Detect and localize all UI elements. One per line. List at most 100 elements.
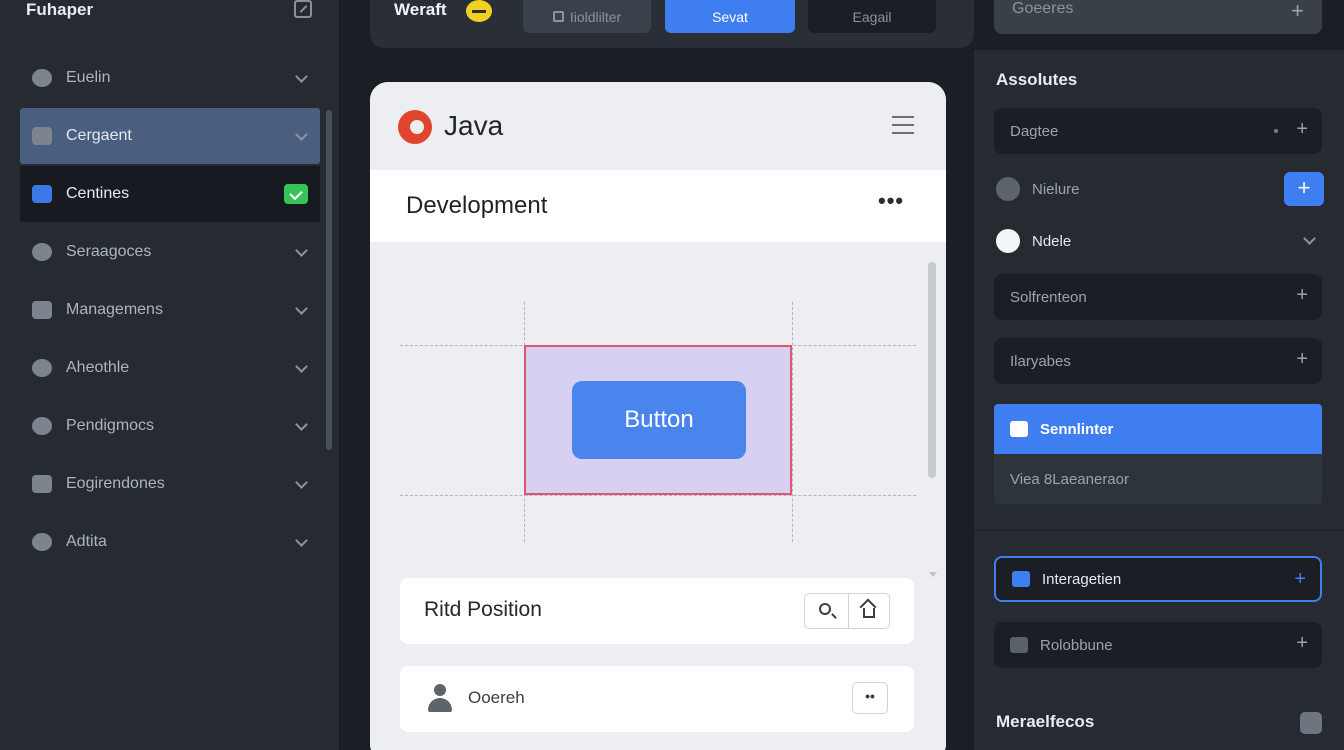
property-row-llaryabes[interactable]: Ilaryabes + [994, 338, 1322, 384]
canvas-button-label: Button [624, 406, 694, 433]
user-name: Ooereh [468, 688, 525, 707]
toggle-off-icon[interactable] [996, 177, 1020, 201]
position-card: Ritd Position [400, 578, 914, 644]
sidebar-item-aheothle[interactable]: Aheothle [20, 340, 320, 396]
sidebar-scrollbar[interactable] [326, 110, 332, 450]
section-header: Development ••• [370, 170, 946, 242]
chevron-down-icon[interactable] [295, 302, 308, 315]
sidebar-title: Fuhaper [26, 0, 94, 19]
property-row-ndele[interactable]: Ndele [996, 224, 1324, 258]
plus-icon[interactable]: + [1296, 632, 1308, 655]
chevron-down-icon[interactable] [295, 418, 308, 431]
sidebar-item-seraagoces[interactable]: Seraagoces [20, 224, 320, 280]
scroll-down-icon[interactable] [929, 572, 937, 577]
save-button[interactable]: Sevat [665, 0, 795, 33]
property-row-viea[interactable]: Viea 8Laeaneraor [994, 454, 1322, 504]
user-avatar-icon [426, 684, 454, 712]
java-logo-icon [398, 110, 432, 144]
canvas-scrollbar[interactable] [928, 262, 936, 478]
top-right-search[interactable]: Goeeres + [994, 0, 1322, 34]
plus-icon[interactable]: + [1291, 0, 1304, 24]
top-right-search-label: Goeeres [1012, 0, 1074, 17]
toolbar-button-1-label: Iioldlilter [569, 8, 622, 25]
sidebar-item-cergaent[interactable]: Cergaent [20, 108, 320, 164]
position-title: Ritd Position [424, 598, 542, 621]
property-label: Interagetien [1042, 570, 1122, 588]
right-panel: Assolutes Dagtee + Nielure + Ndele Solfr… [974, 50, 1344, 750]
key-icon[interactable] [466, 0, 492, 22]
add-button[interactable]: + [1284, 172, 1324, 206]
property-row-sennlinter[interactable]: Sennlinter [994, 404, 1322, 454]
component-icon [32, 185, 52, 203]
checkbox-checked-icon[interactable] [284, 184, 308, 204]
save-button-label: Sevat [712, 8, 748, 25]
hamburger-menu-icon[interactable] [892, 116, 914, 134]
canvas-button[interactable]: Button [572, 381, 746, 459]
sidebar-item-label: Aheothle [66, 359, 130, 376]
sidebar-item-label: Managemens [66, 301, 163, 318]
more-options-icon[interactable]: ••• [878, 188, 904, 214]
avatar-head [434, 684, 446, 696]
sidebar-item-eogirendones[interactable]: Eogirendones [20, 456, 320, 512]
search-icon[interactable] [819, 603, 831, 615]
panel-heading: Assolutes [996, 70, 1078, 89]
chevron-down-icon[interactable] [295, 128, 308, 141]
sidebar-item-pendigmocs[interactable]: Pendigmocs [20, 398, 320, 454]
plus-icon[interactable]: + [1296, 284, 1308, 307]
property-label: Ndele [1032, 232, 1072, 250]
user-settings-icon [32, 69, 52, 87]
grid-icon [32, 127, 52, 145]
chevron-down-icon[interactable] [295, 476, 308, 489]
property-row-solfrenteon[interactable]: Solfrenteon + [994, 274, 1322, 320]
section-title: Development [406, 192, 548, 219]
toolbar-divider [848, 594, 849, 628]
chevron-down-icon[interactable] [1303, 232, 1316, 245]
avatar-body [428, 698, 452, 712]
home-icon[interactable] [863, 608, 875, 618]
chevron-down-icon[interactable] [295, 534, 308, 547]
settings-icon[interactable] [1300, 712, 1322, 734]
property-label: Viea 8Laeaneraor [1010, 470, 1129, 488]
guide-line-horizontal [400, 495, 916, 496]
plus-icon[interactable]: + [1294, 568, 1306, 591]
toolbar-button-3[interactable]: Eagail [808, 0, 936, 33]
globe-icon [32, 359, 52, 377]
sidebar-item-label: Seraagoces [66, 243, 152, 260]
sidebar-item-label: Cergaent [66, 127, 132, 144]
left-sidebar: Fuhaper Euelin Cergaent Centines Seraago… [0, 0, 340, 750]
top-toolbar: Weraft Iioldlilter Sevat Eagail [370, 0, 974, 48]
edit-icon[interactable] [294, 0, 312, 18]
sidebar-item-label: Eogirendones [66, 475, 165, 492]
sidebar-item-euelin[interactable]: Euelin [20, 50, 320, 106]
toolbar-button-3-label: Eagail [852, 8, 892, 25]
canvas-stage: Button Ritd Position Ooereh •• [370, 242, 946, 750]
chevron-down-icon[interactable] [295, 360, 308, 373]
info-icon [996, 229, 1020, 253]
user-card[interactable]: Ooereh •• [400, 666, 914, 732]
sidebar-item-managemens[interactable]: Managemens [20, 282, 320, 338]
sidebar-item-adtita[interactable]: Adtita [20, 514, 320, 570]
property-row-dagtee[interactable]: Dagtee + [994, 108, 1322, 154]
layout-icon [1010, 421, 1028, 437]
more-options-icon[interactable]: •• [852, 682, 888, 714]
toolbar-title: Weraft [394, 0, 447, 19]
property-row-nielure[interactable]: Nielure + [996, 172, 1324, 206]
sidebar-item-centines[interactable]: Centines [20, 166, 320, 222]
chevron-down-icon[interactable] [295, 244, 308, 257]
user-icon [32, 243, 52, 261]
toolbar-button-1[interactable]: Iioldlilter [523, 0, 651, 33]
panel-footer-heading: Meraelfecos [996, 712, 1095, 731]
lock-icon [552, 11, 564, 22]
dot-icon [1274, 129, 1278, 133]
plus-icon[interactable]: + [1296, 348, 1308, 371]
chevron-down-icon[interactable] [295, 70, 308, 83]
canvas-header: Java [370, 82, 946, 170]
sidebar-item-label: Euelin [66, 69, 111, 86]
sidebar-item-label: Pendigmocs [66, 417, 155, 434]
plus-icon[interactable]: + [1296, 118, 1308, 141]
property-row-rolobbune[interactable]: Rolobbune + [994, 622, 1322, 668]
canvas-app-title: Java [444, 110, 504, 141]
selection-box[interactable]: Button [524, 345, 792, 495]
property-label: Rolobbune [1040, 636, 1113, 654]
property-row-interagetien[interactable]: Interagetien + [994, 556, 1322, 602]
